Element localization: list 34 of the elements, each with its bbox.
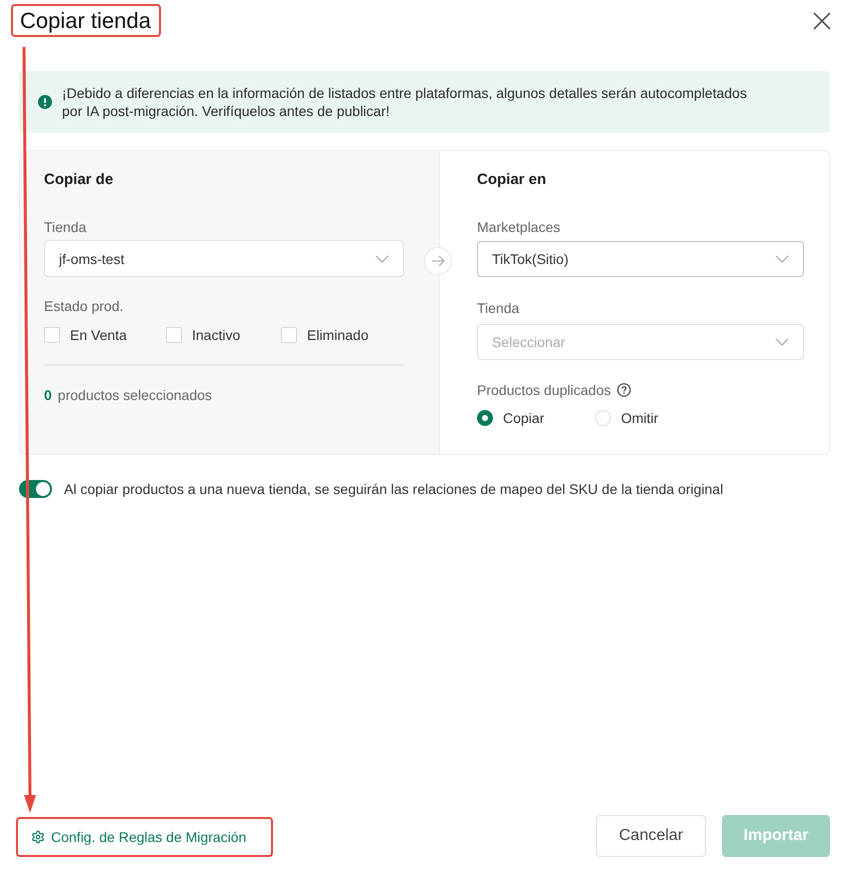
checkbox-label[interactable]: Inactivo xyxy=(192,326,240,344)
cancel-button[interactable]: Cancelar xyxy=(596,815,706,857)
toggle-label: Al copiar productos a una nueva tienda, se seguirán las relaciones de mapeo del SKU de la tienda original xyxy=(64,480,724,498)
store-select[interactable]: jf-oms-test xyxy=(44,240,404,277)
marketplace-select[interactable]: TikTok(Sitio) xyxy=(477,241,804,277)
exclamation-icon xyxy=(38,95,52,109)
radio-label[interactable]: Omitir xyxy=(621,409,658,427)
chevron-down-icon xyxy=(375,254,389,262)
field-label: Productos duplicados xyxy=(477,381,611,399)
checkbox[interactable] xyxy=(166,327,182,343)
close-icon xyxy=(813,12,831,30)
checkbox[interactable] xyxy=(281,327,297,343)
arrow-right-icon xyxy=(424,247,452,275)
help-icon[interactable] xyxy=(616,383,631,397)
field-label: Estado prod. xyxy=(44,297,124,315)
field-label: Tienda xyxy=(44,218,88,236)
chevron-down-icon xyxy=(775,338,789,346)
radio-button[interactable] xyxy=(477,410,493,426)
toggle-switch[interactable] xyxy=(19,480,52,498)
field-label: Marketplaces xyxy=(477,218,562,236)
checkbox[interactable] xyxy=(44,327,60,343)
settings-icon xyxy=(31,830,45,844)
radio-label[interactable]: Copiar xyxy=(503,409,544,427)
checkbox-label[interactable]: Eliminado xyxy=(307,326,368,344)
section-heading: Copiar de xyxy=(44,170,114,190)
dialog-title: Copiar tienda xyxy=(20,8,151,34)
notice-text: ¡Debido a diferencias en la información de listados entre plataformas, algunos detalles serán autocompletados por IA post-migración. Verifíquelos antes de publicar! xyxy=(62,84,748,120)
field-label: Tienda xyxy=(477,299,520,317)
migration-rules-link[interactable]: Config. de Reglas de Migración xyxy=(31,828,246,846)
chevron-down-icon xyxy=(775,255,789,263)
checkbox-label[interactable]: En Venta xyxy=(70,326,127,344)
section-heading: Copiar en xyxy=(477,170,548,190)
selected-count-text: 0 productos seleccionados xyxy=(44,386,213,404)
close-button[interactable] xyxy=(813,12,831,30)
